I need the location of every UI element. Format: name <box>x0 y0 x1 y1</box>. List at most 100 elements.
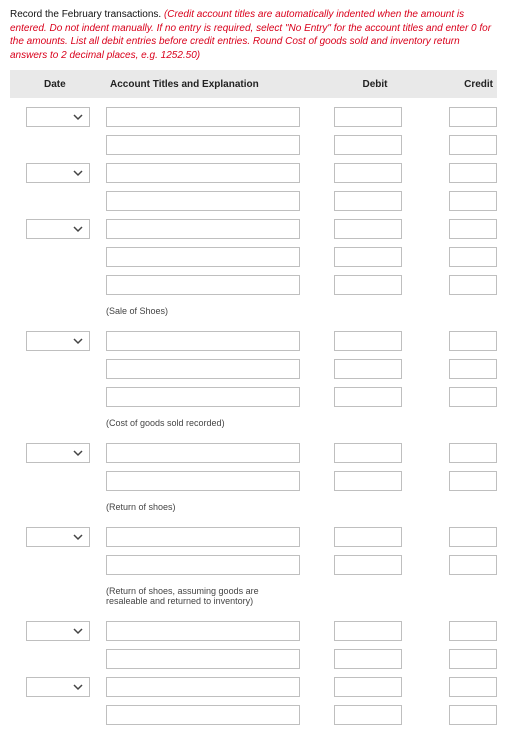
date-select[interactable] <box>26 677 90 697</box>
credit-input[interactable] <box>449 135 497 155</box>
account-title-input[interactable] <box>106 471 300 491</box>
chevron-down-icon <box>73 626 83 636</box>
date-select[interactable] <box>26 331 90 351</box>
table-row <box>10 704 497 726</box>
account-title-input[interactable] <box>106 219 300 239</box>
account-title-input[interactable] <box>106 555 300 575</box>
credit-input[interactable] <box>449 247 497 267</box>
credit-input[interactable] <box>449 555 497 575</box>
account-title-input[interactable] <box>106 649 300 669</box>
journal-body: (Sale of Shoes) (Cost of goods sold recor… <box>10 98 497 726</box>
credit-input[interactable] <box>449 677 497 697</box>
header-debit: Debit <box>334 79 416 90</box>
debit-input[interactable] <box>334 247 402 267</box>
instructions-lead: Record the February transactions. <box>10 9 161 20</box>
date-select[interactable] <box>26 107 90 127</box>
chevron-down-icon <box>73 168 83 178</box>
table-row <box>10 274 497 296</box>
credit-input[interactable] <box>449 163 497 183</box>
credit-input[interactable] <box>449 191 497 211</box>
debit-input[interactable] <box>334 705 402 725</box>
credit-input[interactable] <box>449 359 497 379</box>
chevron-down-icon <box>73 532 83 542</box>
debit-input[interactable] <box>334 219 402 239</box>
debit-input[interactable] <box>334 621 402 641</box>
credit-input[interactable] <box>449 331 497 351</box>
credit-input[interactable] <box>449 527 497 547</box>
account-title-input[interactable] <box>106 359 300 379</box>
table-header: Date Account Titles and Explanation Debi… <box>10 70 497 98</box>
debit-input[interactable] <box>334 191 402 211</box>
debit-input[interactable] <box>334 331 402 351</box>
chevron-down-icon <box>73 112 83 122</box>
table-row <box>10 134 497 156</box>
debit-input[interactable] <box>334 649 402 669</box>
table-row <box>10 442 497 464</box>
table-row <box>10 106 497 128</box>
debit-input[interactable] <box>334 359 402 379</box>
explanation-text: (Return of shoes) <box>106 498 300 520</box>
account-title-input[interactable] <box>106 191 300 211</box>
header-credit: Credit <box>416 79 497 90</box>
date-select[interactable] <box>26 443 90 463</box>
account-title-input[interactable] <box>106 705 300 725</box>
table-row <box>10 676 497 698</box>
account-title-input[interactable] <box>106 443 300 463</box>
debit-input[interactable] <box>334 163 402 183</box>
date-select[interactable] <box>26 219 90 239</box>
credit-input[interactable] <box>449 471 497 491</box>
debit-input[interactable] <box>334 471 402 491</box>
table-row <box>10 330 497 352</box>
debit-input[interactable] <box>334 387 402 407</box>
debit-input[interactable] <box>334 443 402 463</box>
account-title-input[interactable] <box>106 387 300 407</box>
explanation-text: (Cost of goods sold recorded) <box>106 414 300 436</box>
table-row <box>10 162 497 184</box>
credit-input[interactable] <box>449 107 497 127</box>
credit-input[interactable] <box>449 275 497 295</box>
table-row <box>10 358 497 380</box>
explanation-row: (Return of shoes) <box>10 498 497 520</box>
account-title-input[interactable] <box>106 275 300 295</box>
table-row <box>10 246 497 268</box>
date-select[interactable] <box>26 621 90 641</box>
account-title-input[interactable] <box>106 247 300 267</box>
chevron-down-icon <box>73 682 83 692</box>
table-row <box>10 470 497 492</box>
chevron-down-icon <box>73 448 83 458</box>
account-title-input[interactable] <box>106 527 300 547</box>
explanation-row: (Return of shoes, assuming goods are res… <box>10 582 497 614</box>
debit-input[interactable] <box>334 677 402 697</box>
credit-input[interactable] <box>449 705 497 725</box>
debit-input[interactable] <box>334 135 402 155</box>
account-title-input[interactable] <box>106 621 300 641</box>
explanation-row: (Cost of goods sold recorded) <box>10 414 497 436</box>
account-title-input[interactable] <box>106 107 300 127</box>
header-account: Account Titles and Explanation <box>106 79 334 90</box>
table-row <box>10 648 497 670</box>
credit-input[interactable] <box>449 387 497 407</box>
account-title-input[interactable] <box>106 135 300 155</box>
credit-input[interactable] <box>449 649 497 669</box>
table-row <box>10 526 497 548</box>
explanation-text: (Return of shoes, assuming goods are res… <box>106 582 300 614</box>
debit-input[interactable] <box>334 275 402 295</box>
account-title-input[interactable] <box>106 163 300 183</box>
explanation-row: (Sale of Shoes) <box>10 302 497 324</box>
credit-input[interactable] <box>449 219 497 239</box>
credit-input[interactable] <box>449 621 497 641</box>
header-date: Date <box>10 79 106 90</box>
table-row <box>10 218 497 240</box>
date-select[interactable] <box>26 163 90 183</box>
account-title-input[interactable] <box>106 677 300 697</box>
credit-input[interactable] <box>449 443 497 463</box>
table-row <box>10 386 497 408</box>
table-row <box>10 554 497 576</box>
account-title-input[interactable] <box>106 331 300 351</box>
table-row <box>10 190 497 212</box>
debit-input[interactable] <box>334 527 402 547</box>
date-select[interactable] <box>26 527 90 547</box>
debit-input[interactable] <box>334 555 402 575</box>
chevron-down-icon <box>73 224 83 234</box>
debit-input[interactable] <box>334 107 402 127</box>
